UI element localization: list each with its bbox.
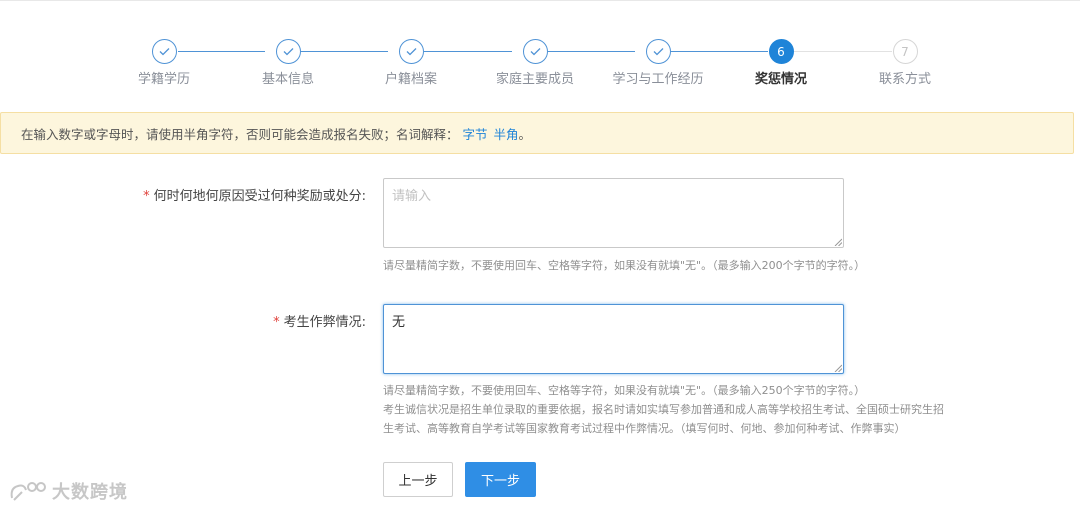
check-icon [151, 39, 177, 64]
step-3[interactable]: 户籍档案 [341, 39, 481, 87]
check-icon [398, 39, 424, 64]
check-icon [275, 39, 301, 64]
watermark-text: 大数跨境 [52, 482, 128, 503]
watermark-logo-icon [10, 482, 46, 501]
step-progress: 学籍学历 基本信息 户籍档案 家庭主要成员 学习与工作经历 6 奖惩情况 7 联… [0, 0, 1080, 100]
step-label: 奖惩情况 [754, 72, 807, 87]
step-label: 学习与工作经历 [612, 72, 704, 87]
step-5[interactable]: 学习与工作经历 [588, 39, 728, 87]
prev-step-button[interactable]: 上一步 [383, 462, 453, 497]
integrity-note-line2: 生考试、高等教育自学考试等国家教育考试过程中作弊情况。（填写何时、何地、参加何种… [383, 422, 906, 435]
half-width-link[interactable]: 半角 [494, 124, 519, 143]
step-number: 6 [768, 39, 794, 64]
cheating-label: * 考生作弊情况: [273, 311, 366, 330]
notice-suffix: 。 [518, 126, 532, 142]
cheating-input[interactable] [383, 304, 844, 374]
reward-punishment-label: * 何时何地何原因受过何种奖励或处分: [143, 185, 366, 204]
reward-punishment-hint: 请尽量精简字数，不要使用回车、空格等字符，如果没有就填"无"。（最多输入200个… [383, 259, 866, 272]
notice-banner: 在输入数字或字母时，请使用半角字符，否则可能会造成报名失败；名词解释： 字节 半… [0, 112, 1074, 154]
required-mark: * [273, 315, 280, 330]
check-icon [645, 39, 671, 64]
step-number: 7 [892, 39, 918, 64]
next-step-button[interactable]: 下一步 [465, 462, 536, 497]
reward-punishment-label-text: 何时何地何原因受过何种奖励或处分: [153, 189, 366, 204]
cheating-hint: 请尽量精简字数，不要使用回车、空格等字符，如果没有就填"无"。（最多输入250个… [383, 384, 866, 397]
required-mark: * [143, 189, 150, 204]
cheating-label-text: 考生作弊情况: [283, 315, 366, 330]
notice-text: 在输入数字或字母时，请使用半角字符，否则可能会造成报名失败；名词解释： [21, 126, 459, 142]
byte-link[interactable]: 字节 [463, 124, 488, 143]
step-label: 基本信息 [261, 72, 314, 87]
step-1[interactable]: 学籍学历 [94, 39, 234, 87]
step-label: 联系方式 [878, 72, 931, 87]
watermark: 大数跨境 [8, 478, 128, 504]
step-label: 学籍学历 [137, 72, 190, 87]
integrity-note-line1: 考生诚信状况是招生单位录取的重要依据，报名时请如实填写参加普通和成人高等学校招生… [383, 403, 944, 416]
check-icon [522, 39, 548, 64]
step-4[interactable]: 家庭主要成员 [465, 39, 605, 87]
step-label: 户籍档案 [384, 72, 437, 87]
step-2[interactable]: 基本信息 [218, 39, 358, 87]
step-label: 家庭主要成员 [495, 72, 574, 87]
reward-punishment-input[interactable] [383, 178, 844, 248]
step-7: 7 联系方式 [835, 39, 975, 87]
step-6: 6 奖惩情况 [711, 39, 851, 87]
